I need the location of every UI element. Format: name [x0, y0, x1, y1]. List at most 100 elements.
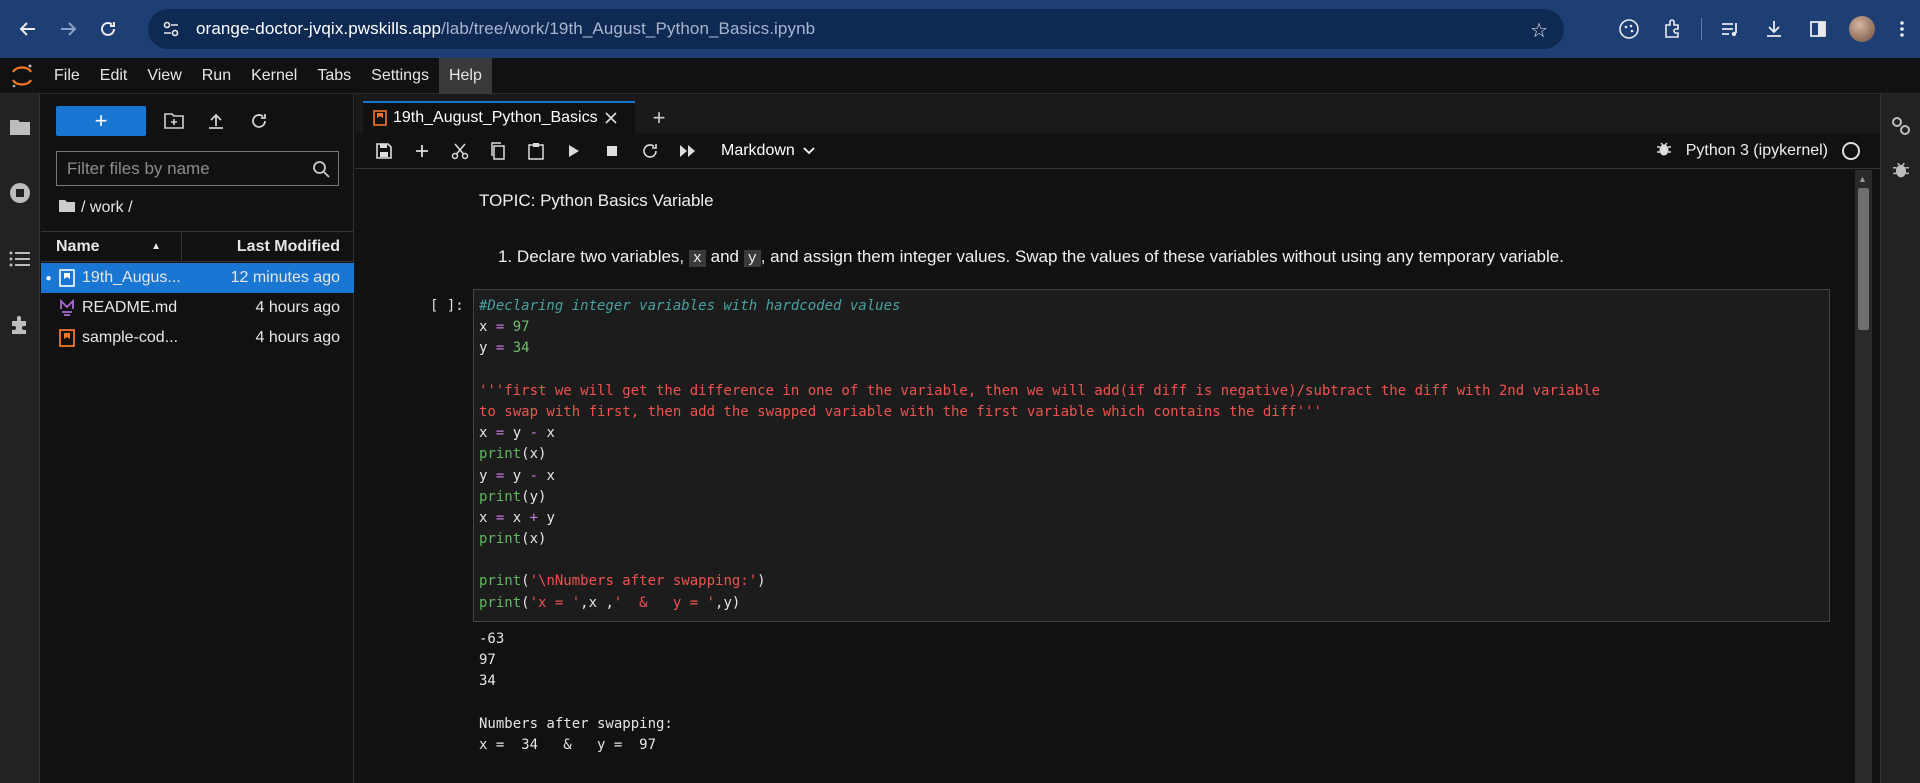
output-line: 97 — [479, 652, 496, 669]
debugger-icon[interactable] — [1881, 148, 1920, 192]
column-last-modified[interactable]: Last Modified — [182, 238, 354, 256]
close-icon[interactable] — [604, 111, 618, 125]
main-area: 19th_August_Python_Basics.i + Markdown P… — [355, 94, 1880, 783]
save-icon[interactable] — [365, 133, 403, 169]
browser-toolbar: orange-doctor-jvqix.pwskills.app/lab/tre… — [0, 0, 1920, 58]
column-name[interactable]: Name ▲ — [41, 231, 182, 262]
stop-icon[interactable] — [593, 133, 631, 169]
code-line: print(y) — [479, 488, 547, 505]
sort-ascending-icon: ▲ — [151, 241, 161, 252]
add-tab-button[interactable]: + — [645, 104, 673, 132]
file-browser: + / work / Name ▲ Last Modified ● 19th_A… — [41, 94, 354, 783]
reload-icon[interactable] — [88, 9, 128, 49]
forward-icon[interactable] — [48, 9, 88, 49]
property-inspector-icon[interactable] — [1881, 104, 1920, 148]
run-icon[interactable] — [555, 133, 593, 169]
url-path: /lab/tree/work/19th_August_Python_Basics… — [441, 19, 816, 38]
code-line: print(x) — [479, 446, 547, 463]
output-line: x = 34 & y = 97 — [479, 736, 657, 753]
bug-icon[interactable] — [1656, 141, 1672, 162]
question-number: 1. — [498, 247, 513, 266]
menu-kernel[interactable]: Kernel — [241, 58, 307, 94]
media-control-icon[interactable] — [1708, 9, 1752, 49]
jupyter-logo-icon — [0, 58, 44, 94]
folder-icon[interactable] — [59, 199, 75, 217]
file-name: 19th_Augus... — [82, 269, 181, 286]
file-row[interactable]: sample-cod... 4 hours ago — [41, 323, 354, 353]
inline-code-y: y — [743, 250, 761, 267]
question-text-a: Declare two variables, — [516, 247, 689, 266]
menu-tabs[interactable]: Tabs — [307, 58, 361, 94]
scroll-thumb[interactable] — [1858, 188, 1869, 330]
cell-type-select[interactable]: Markdown — [721, 142, 815, 160]
side-panel-icon[interactable] — [1796, 9, 1840, 49]
menu-edit[interactable]: Edit — [90, 58, 138, 94]
markdown-question: 1. Declare two variables, x and y, and a… — [498, 247, 1564, 267]
markdown-icon — [56, 299, 78, 317]
question-text-b: , and assign them integer values. Swap t… — [760, 247, 1564, 266]
question-text-and: and — [705, 247, 744, 266]
address-bar[interactable]: orange-doctor-jvqix.pwskills.app/lab/tre… — [148, 9, 1564, 49]
insert-cell-icon[interactable] — [403, 133, 441, 169]
paste-icon[interactable] — [517, 133, 555, 169]
extension-icon[interactable] — [1607, 9, 1651, 49]
file-modified: 12 minutes ago — [230, 269, 340, 286]
notebook-toolbar: Markdown Python 3 (ipykernel) — [355, 133, 1880, 169]
breadcrumb: / work / — [59, 199, 133, 217]
new-folder-icon[interactable] — [158, 106, 190, 136]
table-of-contents-icon[interactable] — [0, 226, 40, 292]
upload-icon[interactable] — [200, 106, 232, 136]
running-indicator: ● — [45, 272, 52, 284]
kernel-idle-indicator — [1842, 142, 1860, 160]
profile-avatar[interactable] — [1840, 9, 1884, 49]
menu-file[interactable]: File — [44, 58, 90, 94]
file-name: sample-cod... — [82, 329, 179, 346]
cut-icon[interactable] — [441, 133, 479, 169]
file-row[interactable]: ● 19th_Augus... 12 minutes ago — [41, 263, 354, 293]
bookmark-star-icon[interactable]: ☆ — [1530, 18, 1548, 43]
notebook-icon — [373, 110, 387, 126]
cell-output: -63 97 34 Numbers after swapping: x = 34… — [479, 629, 673, 756]
tab-notebook[interactable]: 19th_August_Python_Basics.i — [363, 101, 635, 133]
column-name-label: Name — [56, 238, 100, 255]
chevron-down-icon — [803, 142, 815, 160]
more-menu-icon[interactable] — [1884, 9, 1920, 49]
back-icon[interactable] — [8, 9, 48, 49]
code-cell-editor[interactable]: #Declaring integer variables with hardco… — [473, 289, 1830, 622]
puzzle-icon[interactable] — [1651, 9, 1695, 49]
download-icon[interactable] — [1752, 9, 1796, 49]
notebook-icon — [56, 329, 78, 347]
site-info-icon[interactable] — [162, 20, 180, 43]
file-filter-input[interactable] — [57, 158, 297, 179]
extension-manager-icon[interactable] — [0, 292, 40, 358]
divider — [1701, 18, 1702, 40]
kernel-name[interactable]: Python 3 (ipykernel) — [1686, 142, 1828, 160]
file-modified: 4 hours ago — [255, 299, 340, 316]
fast-forward-icon[interactable] — [669, 133, 707, 169]
restart-icon[interactable] — [631, 133, 669, 169]
notebook-scrollbar[interactable]: ▲ — [1855, 170, 1872, 783]
menu-view[interactable]: View — [137, 58, 191, 94]
file-filter-field[interactable] — [56, 151, 339, 186]
notebook-body: TOPIC: Python Basics Variable 1. Declare… — [355, 169, 1865, 783]
notebook-icon — [56, 269, 78, 287]
url-host: orange-doctor-jvqix.pwskills.app — [196, 19, 442, 38]
menu-settings[interactable]: Settings — [361, 58, 439, 94]
breadcrumb-path[interactable]: / work / — [81, 199, 133, 217]
new-launcher-button[interactable]: + — [56, 106, 146, 136]
menu-run[interactable]: Run — [192, 58, 241, 94]
running-kernels-icon[interactable] — [0, 160, 40, 226]
menu-help[interactable]: Help — [438, 57, 492, 94]
code-line: to swap with first, then add the swapped… — [479, 403, 1322, 420]
scroll-up-icon[interactable]: ▲ — [1858, 174, 1867, 184]
copy-icon[interactable] — [479, 133, 517, 169]
file-row[interactable]: README.md 4 hours ago — [41, 293, 354, 323]
right-sidebar — [1880, 94, 1920, 783]
code-line: '''first we will get the difference in o… — [479, 382, 1601, 399]
folder-icon[interactable] — [0, 94, 40, 160]
url-text: orange-doctor-jvqix.pwskills.app/lab/tre… — [196, 19, 815, 39]
refresh-icon[interactable] — [243, 106, 275, 136]
menubar: File Edit View Run Kernel Tabs Settings … — [0, 57, 1920, 94]
